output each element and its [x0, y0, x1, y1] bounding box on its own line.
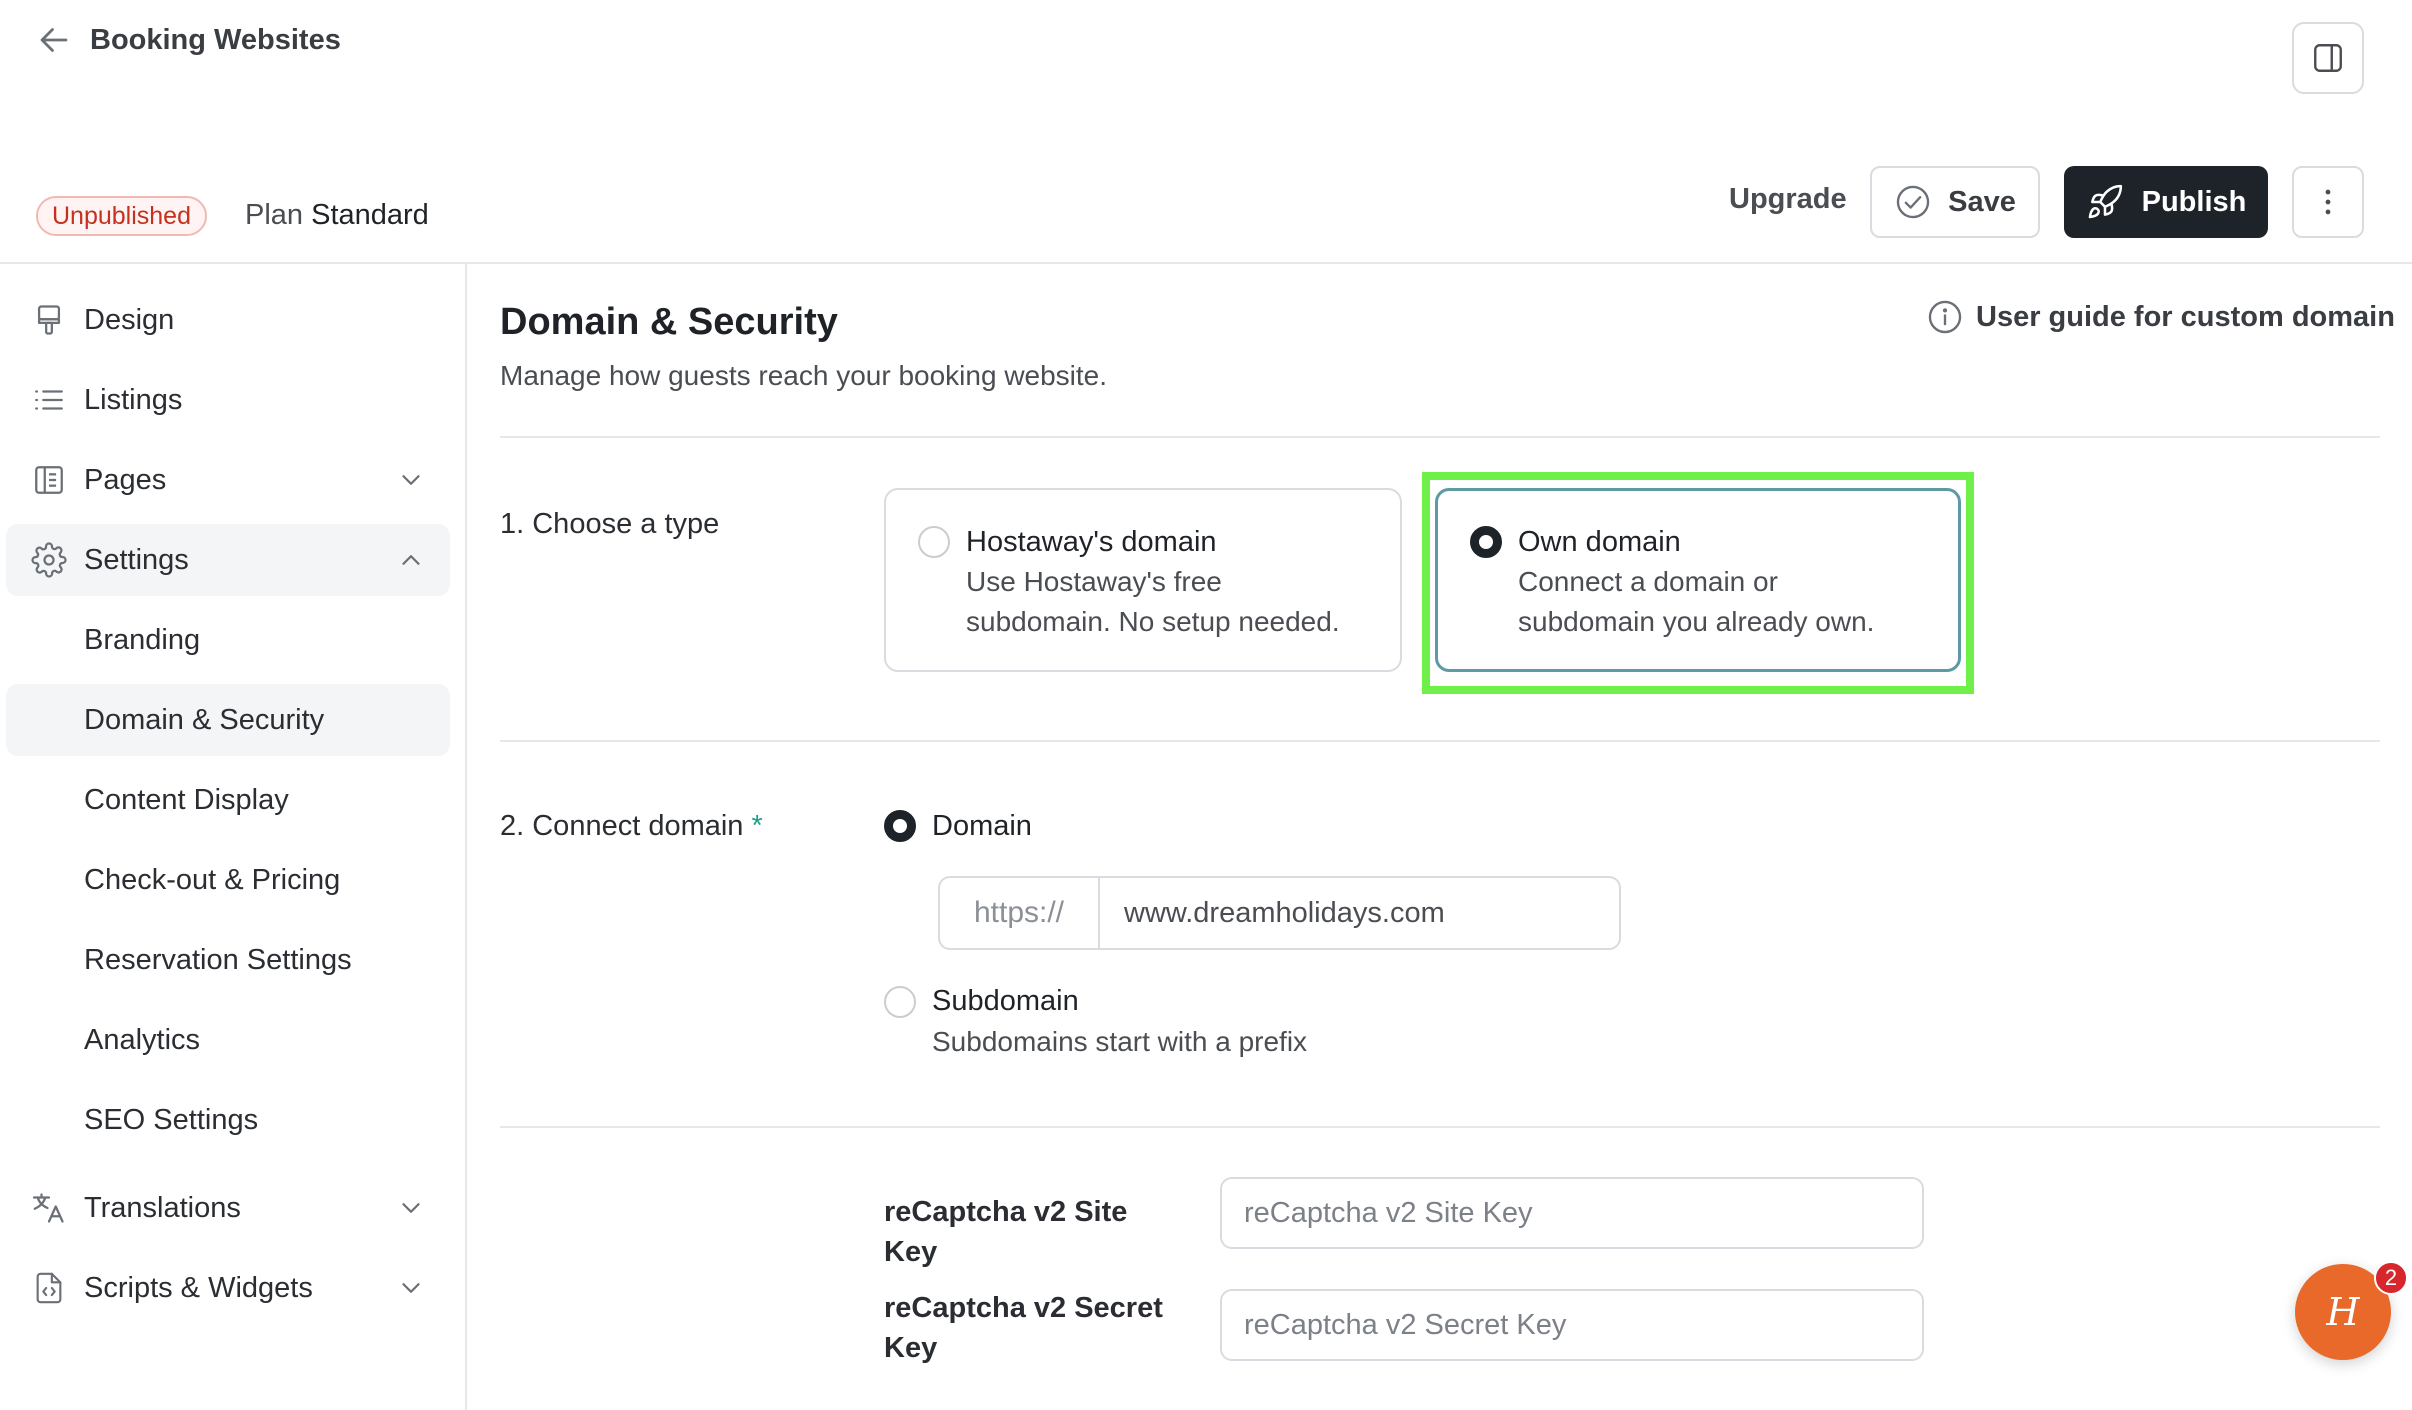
sidebar-item-label: Scripts & Widgets [84, 1271, 313, 1304]
status-badge: Unpublished [36, 196, 207, 236]
publish-button[interactable]: Publish [2064, 166, 2268, 238]
sidebar-subitem-seo-settings[interactable]: SEO Settings [6, 1084, 450, 1156]
sidebar-panel-icon [2314, 44, 2342, 72]
subdomain-option-desc: Subdomains start with a prefix [932, 1026, 1308, 1057]
sidebar-subitem-checkout-pricing[interactable]: Check-out & Pricing [6, 844, 450, 916]
subdomain-option-label[interactable]: Subdomain [932, 985, 1079, 1018]
hostaway-domain-title: Hostaway's domain [966, 526, 1217, 558]
required-mark: * [751, 810, 763, 842]
top-header: Booking Websites Unpublished Plan Standa… [0, 0, 2412, 264]
hostaway-domain-card[interactable]: Hostaway's domain Use Hostaway's free su… [884, 488, 1402, 672]
recaptcha-secret-key-label: reCaptcha v2 Secret Key [884, 1292, 1163, 1364]
save-button[interactable]: Save [1870, 166, 2040, 238]
sidebar-subitem-label: Reservation Settings [84, 943, 352, 976]
sidebar-subitem-analytics[interactable]: Analytics [6, 1004, 450, 1076]
chat-notification-badge: 2 [2374, 1261, 2408, 1295]
main-content: Domain & Security Manage how guests reac… [469, 264, 2412, 1410]
page-title: Domain & Security [500, 301, 838, 343]
section-divider [500, 436, 2380, 438]
sidebar-subitem-label: Check-out & Pricing [84, 863, 341, 896]
domain-prefix: https:// [940, 878, 1100, 948]
pages-icon [30, 461, 68, 499]
recaptcha-site-key-label: reCaptcha v2 Site Key [884, 1196, 1128, 1268]
publish-label: Publish [2141, 185, 2247, 218]
chat-logo-icon: H [2326, 1290, 2360, 1334]
upgrade-link[interactable]: Upgrade [1729, 183, 1847, 216]
sidebar: Design Listings Pages Settings Branding … [0, 264, 467, 1410]
step2-label: 2. Connect domain * [500, 810, 763, 843]
sidebar-item-label: Translations [84, 1191, 241, 1224]
paint-roller-icon [30, 301, 68, 339]
app-root: Booking Websites Unpublished Plan Standa… [0, 0, 2412, 1410]
own-domain-title: Own domain [1518, 526, 1681, 558]
hostaway-domain-desc-line1: Use Hostaway's free [966, 566, 1222, 597]
sidebar-subitem-reservation-settings[interactable]: Reservation Settings [6, 924, 450, 996]
sidebar-subitem-label: Branding [84, 623, 201, 656]
own-domain-card[interactable]: Own domain Connect a domain or subdomain… [1435, 488, 1961, 672]
more-options-button[interactable] [2292, 166, 2364, 238]
domain-input-group: https:// [938, 876, 1621, 950]
plan-prefix: Plan [245, 199, 304, 231]
own-domain-desc-line2: subdomain you already own. [1518, 606, 1875, 637]
panel-toggle-button[interactable] [2292, 22, 2364, 94]
chevron-down-icon [402, 475, 420, 485]
save-label: Save [1948, 185, 2016, 218]
hostaway-domain-radio[interactable] [918, 526, 950, 558]
list-icon [30, 381, 68, 419]
step2-label-text: 2. Connect domain [500, 810, 744, 842]
recaptcha-secret-key-input[interactable] [1220, 1289, 1924, 1361]
sidebar-subitem-branding[interactable]: Branding [6, 604, 450, 676]
user-guide-label: User guide for custom domain [1976, 300, 2395, 333]
hostaway-domain-desc-line2: subdomain. No setup needed. [966, 606, 1340, 637]
sidebar-item-label: Settings [84, 543, 189, 576]
sidebar-item-scripts-widgets[interactable]: Scripts & Widgets [6, 1252, 450, 1324]
sidebar-item-settings[interactable]: Settings [6, 524, 450, 596]
domain-option-radio[interactable] [884, 810, 916, 842]
plan-info: Plan Standard [245, 199, 429, 232]
info-icon [1928, 300, 1962, 334]
check-circle-icon [1896, 185, 1930, 219]
user-guide-link[interactable]: User guide for custom domain [1926, 298, 2395, 336]
sidebar-subitem-label: Analytics [84, 1023, 201, 1056]
chevron-up-icon [402, 555, 420, 565]
sidebar-item-label: Design [84, 303, 175, 336]
step1-label: 1. Choose a type [500, 508, 720, 540]
chevron-down-icon [402, 1203, 420, 1213]
subdomain-option-radio[interactable] [884, 986, 916, 1018]
domain-input[interactable] [1100, 878, 1619, 948]
more-vertical-icon [2325, 189, 2331, 215]
section-divider [500, 740, 2380, 742]
own-domain-radio[interactable] [1470, 526, 1502, 558]
back-link[interactable]: Booking Websites [36, 22, 341, 58]
sidebar-item-pages[interactable]: Pages [6, 444, 450, 516]
page-subtitle: Manage how guests reach your booking web… [500, 360, 1108, 391]
code-file-icon [30, 1269, 68, 1307]
sidebar-item-listings[interactable]: Listings [6, 364, 450, 436]
arrow-left-icon [40, 28, 68, 52]
sidebar-item-translations[interactable]: Translations [6, 1172, 450, 1244]
back-label: Booking Websites [90, 23, 341, 56]
sidebar-subitem-label: SEO Settings [84, 1103, 259, 1136]
chevron-down-icon [402, 1283, 420, 1293]
sidebar-subitem-label: Content Display [84, 783, 289, 816]
section-divider [500, 1126, 2380, 1128]
sidebar-item-label: Pages [84, 463, 167, 496]
sidebar-item-label: Listings [84, 383, 183, 416]
translate-icon [30, 1189, 68, 1227]
sidebar-item-design[interactable]: Design [6, 284, 450, 356]
rocket-icon [2088, 184, 2122, 219]
sidebar-subitem-label: Domain & Security [84, 703, 325, 736]
sidebar-subitem-domain-security[interactable]: Domain & Security [6, 684, 450, 756]
plan-name: Standard [311, 199, 429, 231]
recaptcha-site-key-input[interactable] [1220, 1177, 1924, 1249]
domain-option-label[interactable]: Domain [932, 810, 1032, 843]
gear-icon [30, 541, 68, 579]
sidebar-subitem-content-display[interactable]: Content Display [6, 764, 450, 836]
own-domain-desc-line1: Connect a domain or [1518, 566, 1778, 597]
